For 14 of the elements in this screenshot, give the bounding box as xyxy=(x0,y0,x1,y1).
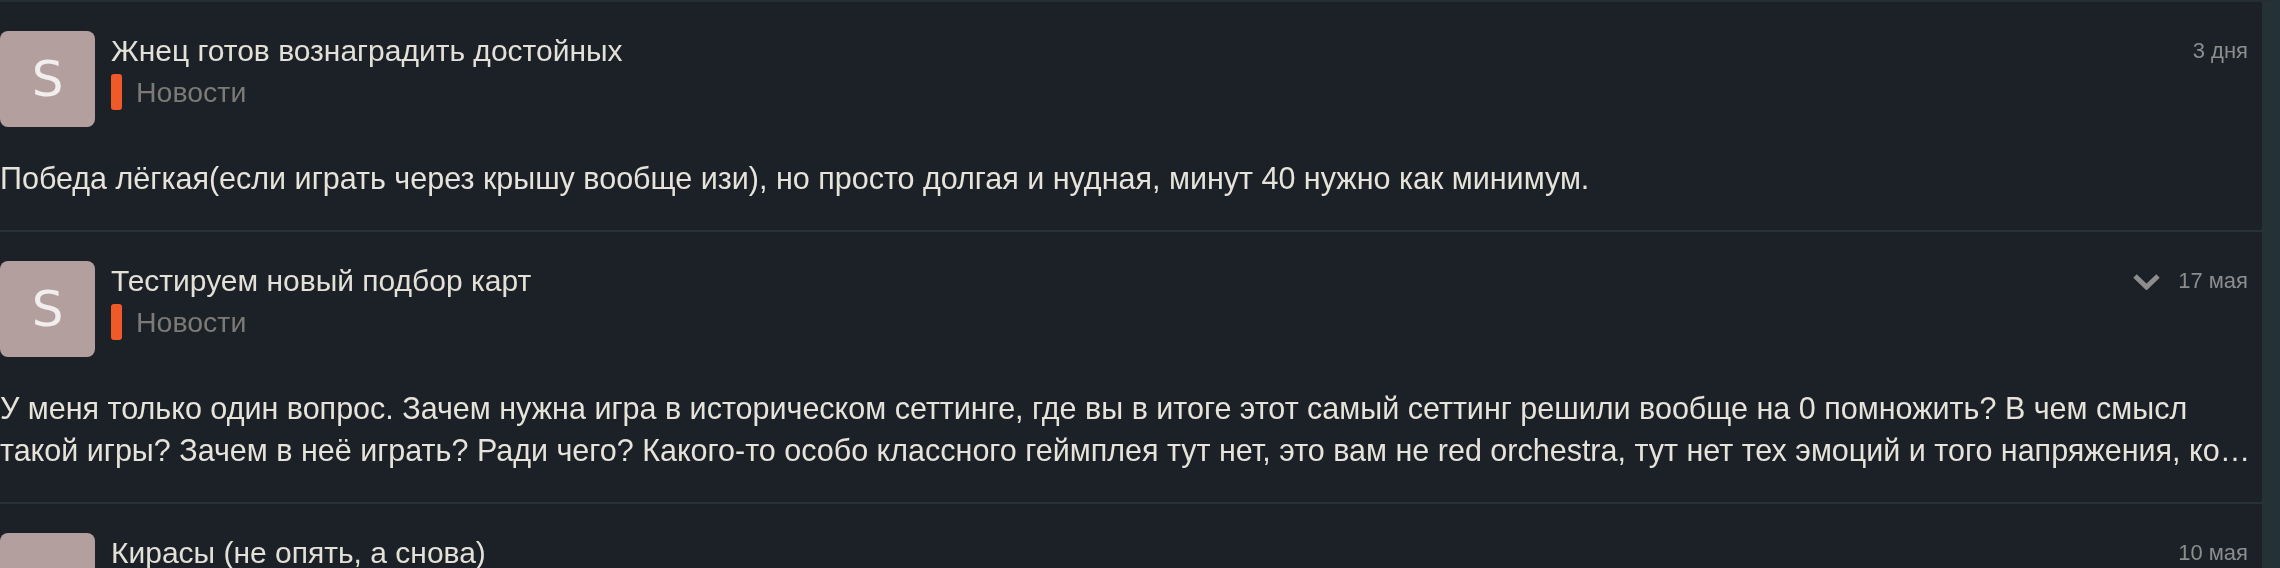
chevron-down-icon[interactable] xyxy=(2133,272,2161,290)
post-excerpt: Победа лёгкая(если играть через крышу вообще изи), но просто долгая и нудная, минут 40 нужно как минимум. xyxy=(0,160,1591,198)
post-excerpt: У меня только один вопрос. Зачем нужна игра в историческом сеттинге, где вы в итоге этот самый сеттинг решили вообще на 0 помножить? В чем смысл такой игры? Зачем в неё играть? Ради чего? Какого-то особо классного геймплея тут нет, это вам не red orchestra, тут нет тех эмоций и того напряжения, ко… xyxy=(0,390,2248,470)
post-date: 17 мая xyxy=(2178,268,2248,294)
avatar: S xyxy=(0,261,95,357)
category-label[interactable]: Новости xyxy=(136,75,247,109)
post-date: 3 дня xyxy=(2192,38,2248,64)
category-marker xyxy=(111,74,122,110)
post-date: 10 мая xyxy=(2178,540,2248,566)
category-label[interactable]: Новости xyxy=(136,305,247,339)
avatar: S xyxy=(0,31,95,127)
post-title[interactable]: Тестируем новый подбор карт xyxy=(111,261,532,301)
category-marker xyxy=(111,304,122,340)
post-title[interactable]: Жнец готов вознаградить достойных xyxy=(111,31,623,71)
